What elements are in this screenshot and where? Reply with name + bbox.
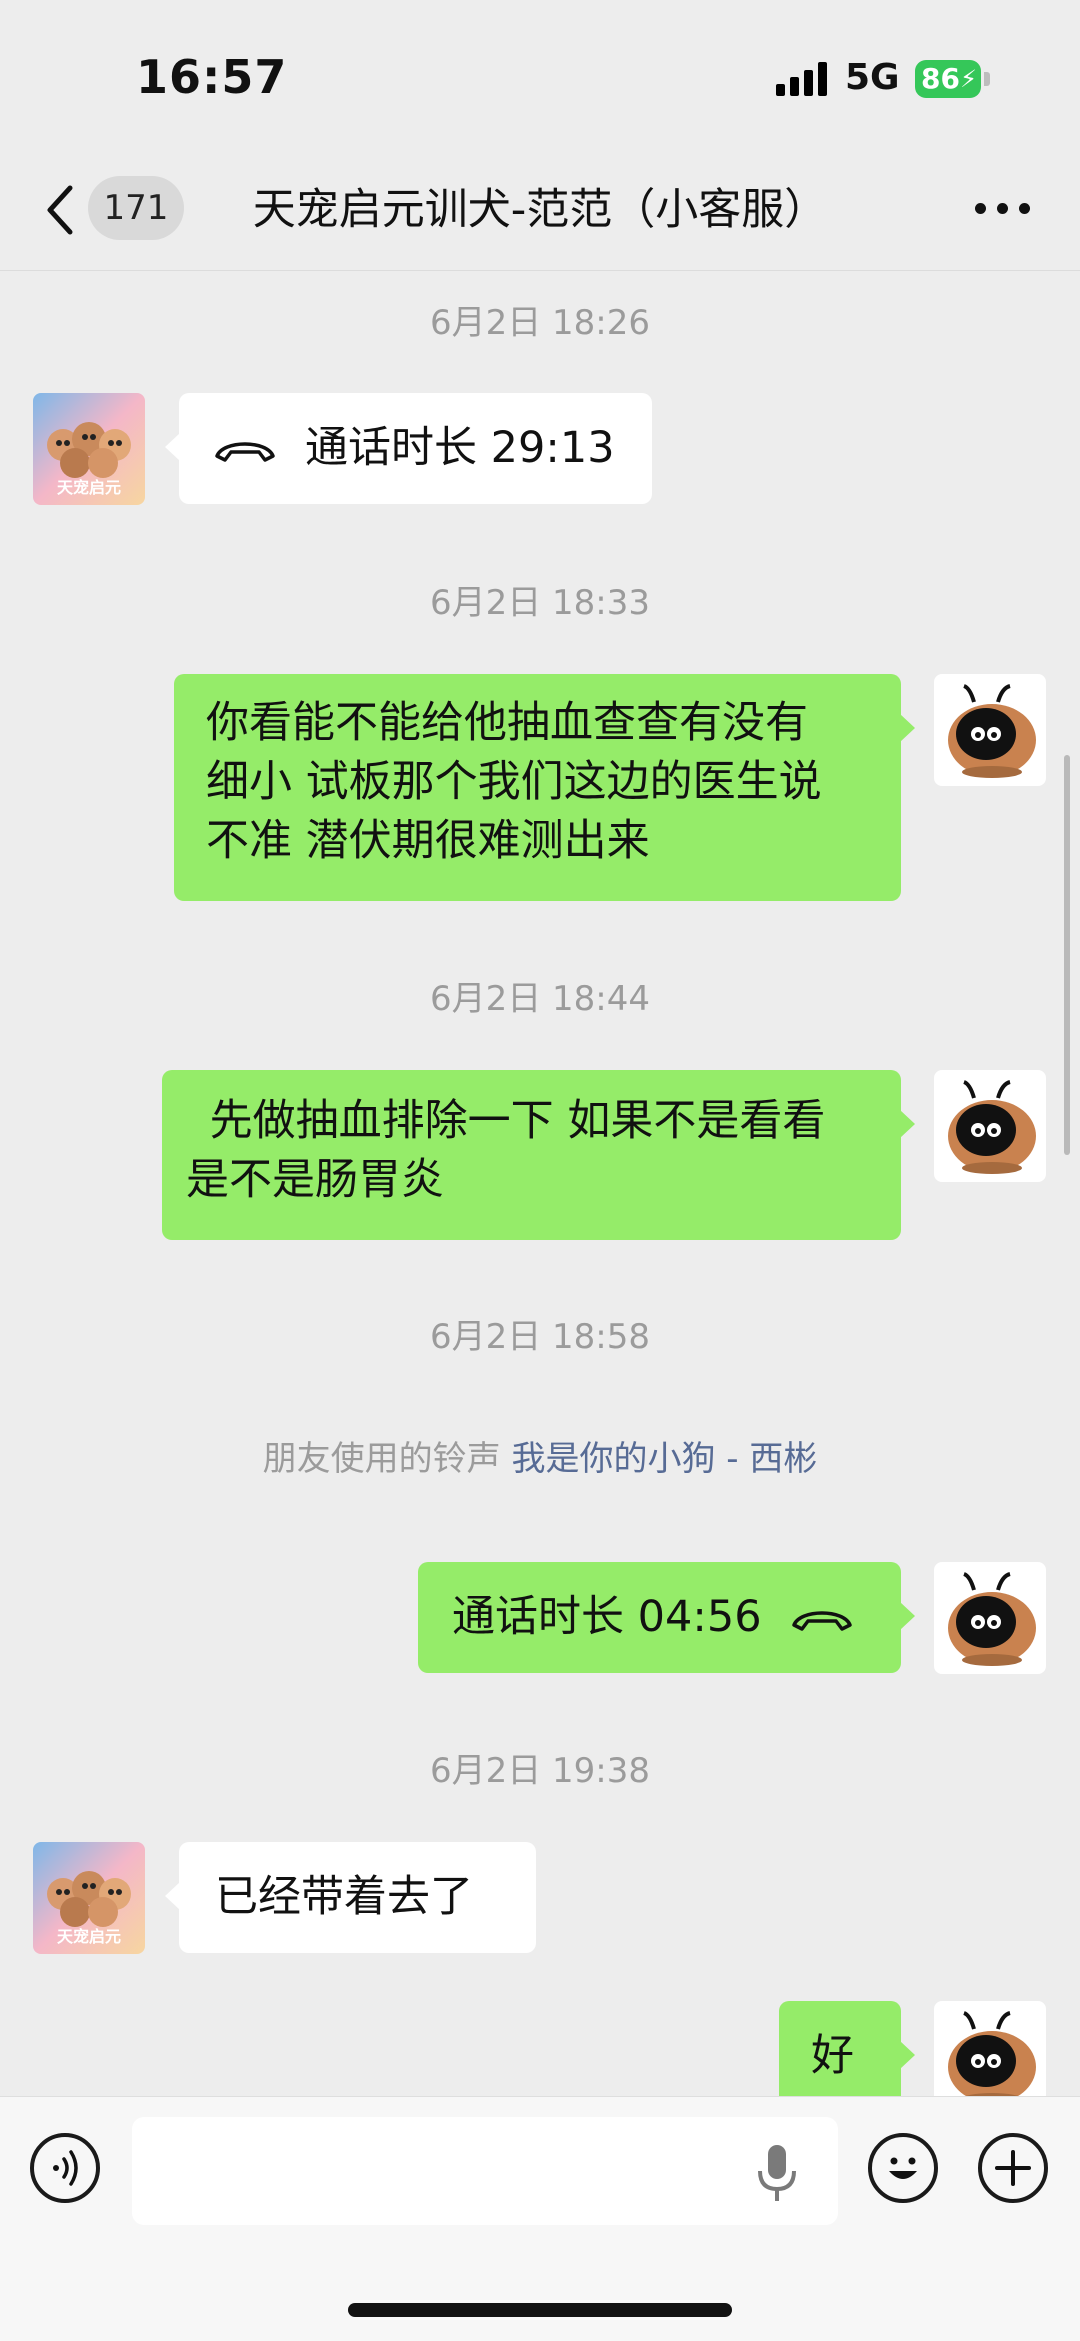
status-bar: 16:57 5G 86 ⚡ xyxy=(0,0,1080,150)
ringtone-note: 朋友使用的铃声 我是你的小狗 - 西彬 xyxy=(0,1431,1080,1480)
message-bubble[interactable]: 你看能不能给他抽血查查有没有 细小 试板那个我们这边的医生说 不准 潜伏期很难测… xyxy=(174,674,915,901)
unread-count-badge[interactable]: 171 xyxy=(88,176,184,240)
charging-icon: ⚡ xyxy=(960,65,977,93)
more-actions-button[interactable] xyxy=(978,2133,1048,2203)
battery-cap xyxy=(984,72,990,86)
message-line: 你看能不能给他抽血查查有没有 xyxy=(206,698,808,748)
emoji-button[interactable] xyxy=(868,2133,938,2203)
battery-level: 86 xyxy=(921,62,960,95)
signal-icon xyxy=(776,62,830,96)
ringtone-note-prefix: 朋友使用的铃声 xyxy=(262,1439,501,1479)
voice-toggle-button[interactable] xyxy=(30,2133,100,2203)
message-text: 好 xyxy=(811,2031,854,2081)
phone-hangup-icon xyxy=(791,1610,852,1631)
contact-avatar[interactable]: 天宠启元 xyxy=(33,393,145,505)
input-bar xyxy=(0,2096,1080,2341)
emoji-icon xyxy=(889,2157,917,2179)
voice-icon xyxy=(53,2150,78,2186)
chat-title: 天宠启元训犬-范范（小客服） xyxy=(252,185,828,235)
my-avatar[interactable] xyxy=(934,2001,1046,2096)
ringtone-link[interactable]: 我是你的小狗 - 西彬 xyxy=(511,1439,817,1479)
chat-screen: 16:57 5G 86 ⚡ 171 天宠启元训犬-范范（小客服） 6月2日 18… xyxy=(0,0,1080,2341)
svg-text:天宠启元: 天宠启元 xyxy=(57,1927,121,1946)
message-line: 不准 潜伏期很难测出来 xyxy=(206,816,650,866)
message-line: 先做抽血排除一下 如果不是看看 xyxy=(196,1096,826,1146)
microphone-icon[interactable] xyxy=(752,2141,802,2205)
nav-bar: 171 天宠启元训犬-范范（小客服） xyxy=(0,150,1080,271)
message-list[interactable]: 6月2日 18:26 天宠启元 通话时长 29:13 6月2日 18:33 你看… xyxy=(0,271,1080,2096)
my-avatar[interactable] xyxy=(934,674,1046,786)
call-bubble[interactable]: 通话时长 04:56 xyxy=(418,1562,915,1673)
status-time: 16:57 xyxy=(136,50,288,104)
back-chevron-icon[interactable] xyxy=(40,180,80,240)
message-bubble[interactable]: 已经带着去了 xyxy=(165,1842,536,1953)
battery-icon: 86 ⚡ xyxy=(915,60,981,98)
message-line: 细小 试板那个我们这边的医生说 xyxy=(206,757,822,807)
timestamp: 6月2日 18:26 xyxy=(429,303,651,343)
timestamp: 6月2日 18:44 xyxy=(429,979,651,1019)
call-duration: 通话时长 04:56 xyxy=(452,1592,762,1642)
message-bubble[interactable]: 好 xyxy=(779,2001,915,2096)
my-avatar[interactable] xyxy=(934,1070,1046,1182)
timestamp: 6月2日 18:33 xyxy=(429,583,651,623)
call-bubble[interactable]: 通话时长 29:13 xyxy=(165,393,652,504)
scrollbar[interactable] xyxy=(1064,755,1070,1155)
home-indicator[interactable] xyxy=(348,2303,732,2317)
phone-hangup-icon xyxy=(215,441,275,462)
more-options-icon[interactable] xyxy=(975,203,1031,217)
message-bubble[interactable]: 先做抽血排除一下 如果不是看看 是不是肠胃炎 xyxy=(162,1070,915,1240)
plus-icon xyxy=(995,2150,1031,2186)
my-avatar[interactable] xyxy=(934,1562,1046,1674)
svg-text:天宠启元: 天宠启元 xyxy=(57,478,121,497)
message-line: 是不是肠胃炎 xyxy=(186,1155,444,1205)
contact-avatar[interactable]: 天宠启元 xyxy=(33,1842,145,1954)
timestamp: 6月2日 19:38 xyxy=(429,1751,651,1791)
message-input[interactable] xyxy=(132,2117,838,2225)
timestamp: 6月2日 18:58 xyxy=(429,1317,651,1357)
network-type: 5G xyxy=(845,57,900,98)
message-text: 已经带着去了 xyxy=(215,1872,473,1922)
call-duration: 通话时长 29:13 xyxy=(305,423,615,473)
